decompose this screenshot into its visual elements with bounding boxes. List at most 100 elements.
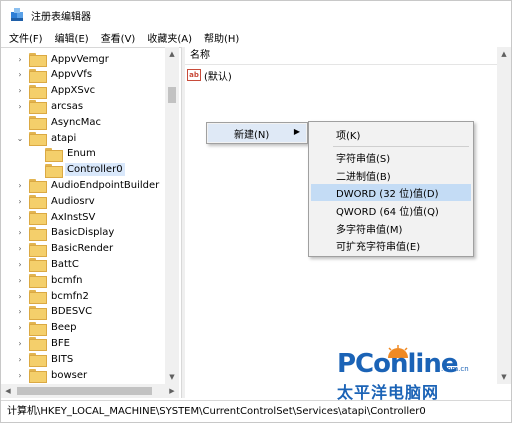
- collapse-icon[interactable]: ⌄: [15, 134, 25, 143]
- new-submenu: 项(K) 字符串值(S) 二进制值(B) DWORD (32 位)值(D) QW…: [308, 121, 474, 257]
- folder-icon: [29, 369, 47, 383]
- menu-view[interactable]: 查看(V): [101, 30, 136, 45]
- folder-icon: [29, 195, 47, 210]
- folder-icon: [29, 226, 47, 241]
- expand-icon[interactable]: ›: [15, 213, 25, 222]
- tree-item-label: BDESVC: [51, 306, 93, 318]
- folder-icon: [29, 258, 47, 273]
- folder-icon: [29, 305, 47, 320]
- expand-icon[interactable]: ›: [15, 292, 25, 301]
- menu-bar: 文件(F) 编辑(E) 查看(V) 收藏夹(A) 帮助(H): [1, 29, 511, 46]
- string-value-icon: ab: [187, 69, 201, 81]
- folder-icon: [29, 53, 47, 67]
- tree-vertical-scrollbar[interactable]: ▲ ▼: [165, 47, 179, 384]
- folder-icon: [29, 211, 47, 225]
- expand-icon[interactable]: ›: [15, 371, 25, 380]
- folder-icon: [29, 100, 47, 115]
- tree-item-label: bcmfn2: [51, 290, 89, 302]
- tree-item-label: AxInstSV: [51, 211, 96, 223]
- expand-icon[interactable]: ›: [15, 181, 25, 190]
- folder-icon: [29, 116, 47, 131]
- folder-icon: [29, 290, 47, 304]
- scroll-up-icon[interactable]: ▲: [165, 47, 179, 61]
- expand-icon[interactable]: ›: [15, 244, 25, 253]
- tree-item-label: BITS: [51, 353, 74, 365]
- expand-icon[interactable]: ›: [15, 228, 25, 237]
- registry-key-tree[interactable]: › AppvVemgr › AppvVfs › AppXSvc › arcsas AsyncMa…: [1, 47, 181, 398]
- folder-icon: [29, 68, 47, 83]
- submenu-arrow-icon: ▶: [293, 127, 300, 136]
- registry-editor-icon: [11, 8, 25, 22]
- tree-item-label: AppvVfs: [51, 69, 93, 81]
- tree-item-label: BFE: [51, 337, 70, 349]
- menu-item-new-label: 新建(N): [234, 129, 270, 141]
- scroll-right-icon[interactable]: ▶: [165, 384, 179, 398]
- menu-file[interactable]: 文件(F): [9, 30, 43, 45]
- expand-icon[interactable]: ›: [15, 197, 25, 206]
- tree-item-label: Enum: [67, 148, 96, 160]
- folder-icon: [45, 163, 63, 178]
- scroll-thumb[interactable]: [168, 87, 176, 103]
- expand-icon[interactable]: ›: [15, 102, 25, 111]
- menu-separator: [333, 146, 469, 147]
- tree-item-label: AsyncMac: [51, 116, 102, 128]
- submenu-item-qword-value[interactable]: QWORD (64 位)值(Q): [311, 202, 471, 219]
- expand-icon[interactable]: ›: [15, 307, 25, 316]
- expand-icon[interactable]: ›: [15, 355, 25, 364]
- status-bar-path: 计算机\HKEY_LOCAL_MACHINE\SYSTEM\CurrentCon…: [1, 400, 511, 423]
- tree-item-label: arcsas: [51, 100, 84, 112]
- tree-item-label: Audiosrv: [51, 195, 95, 207]
- folder-icon: [29, 337, 47, 352]
- submenu-item-expandable-string-value[interactable]: 可扩充字符串值(E): [311, 237, 471, 254]
- submenu-item-multi-string-value[interactable]: 多字符串值(M): [311, 220, 471, 237]
- tree-item-label: BasicDisplay: [51, 227, 115, 239]
- tree-item-label: Beep: [51, 322, 77, 334]
- watermark-domain: .com.cn: [441, 365, 469, 373]
- tree-item-label: AppXSvc: [51, 85, 96, 97]
- window-title: 注册表编辑器: [31, 11, 91, 23]
- title-bar: 注册表编辑器: [1, 1, 511, 29]
- menu-help[interactable]: 帮助(H): [204, 30, 239, 45]
- folder-icon: [29, 132, 47, 146]
- submenu-item-string-value[interactable]: 字符串值(S): [311, 149, 471, 166]
- tree-item-label: AudioEndpointBuilder: [51, 179, 160, 191]
- folder-icon: [29, 84, 47, 99]
- expand-icon[interactable]: ›: [15, 276, 25, 285]
- value-row-default[interactable]: ab (默认): [187, 67, 232, 83]
- submenu-item-binary-value[interactable]: 二进制值(B): [311, 167, 471, 184]
- expand-icon[interactable]: ›: [15, 260, 25, 269]
- expand-icon[interactable]: ›: [15, 55, 25, 64]
- column-header-name[interactable]: 名称: [185, 47, 511, 65]
- menu-edit[interactable]: 编辑(E): [55, 30, 89, 45]
- submenu-item-dword-value[interactable]: DWORD (32 位)值(D): [311, 184, 471, 201]
- menu-favorites[interactable]: 收藏夹(A): [147, 30, 192, 45]
- values-scroll-up-icon[interactable]: ▲: [497, 47, 511, 61]
- tree-item-label: bcmfn: [51, 274, 83, 286]
- folder-icon: [29, 274, 47, 289]
- folder-icon: [45, 147, 63, 162]
- watermark-chinese-name: 太平洋电脑网: [337, 383, 440, 402]
- folder-icon: [29, 321, 47, 336]
- values-scroll-down-icon[interactable]: ▼: [497, 370, 511, 384]
- scroll-thumb-horizontal[interactable]: [17, 387, 152, 395]
- menu-item-new[interactable]: 新建(N) ▶: [208, 124, 306, 142]
- expand-icon[interactable]: ›: [15, 323, 25, 332]
- submenu-item-key[interactable]: 项(K): [311, 126, 471, 143]
- scroll-down-icon[interactable]: ▼: [165, 370, 179, 384]
- tree-item-label: BattC: [51, 258, 79, 270]
- values-vertical-scrollbar[interactable]: ▲ ▼: [497, 47, 511, 384]
- folder-icon: [29, 179, 47, 194]
- tree-item-label: atapi: [51, 132, 77, 144]
- value-name: (默认): [204, 71, 232, 83]
- scroll-left-icon[interactable]: ◀: [1, 384, 15, 398]
- tree-horizontal-scrollbar[interactable]: ◀ ▶: [1, 384, 179, 398]
- expand-icon[interactable]: ›: [15, 70, 25, 79]
- registry-editor-window: 注册表编辑器 文件(F) 编辑(E) 查看(V) 收藏夹(A) 帮助(H) › A…: [0, 0, 512, 423]
- folder-icon: [29, 242, 47, 257]
- folder-icon: [29, 353, 47, 368]
- expand-icon[interactable]: ›: [15, 339, 25, 348]
- tree-item-label: AppvVemgr: [51, 53, 109, 65]
- tree-item[interactable]: › bowser: [15, 366, 89, 384]
- expand-icon[interactable]: ›: [15, 86, 25, 95]
- tree-item-label: Controller0: [65, 163, 125, 177]
